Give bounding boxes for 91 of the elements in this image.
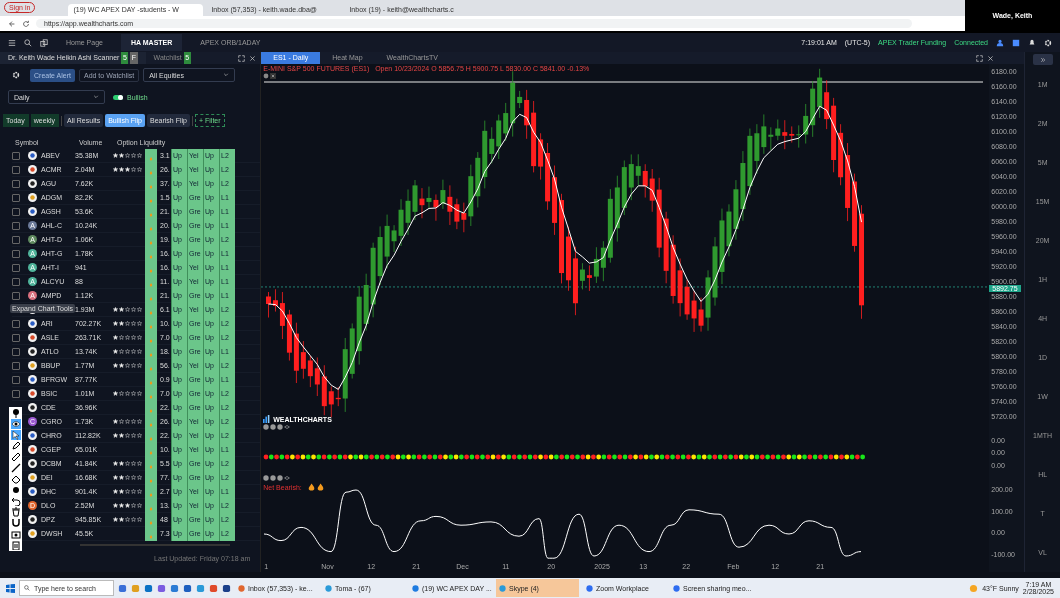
reload-icon[interactable] [22, 19, 30, 28]
eye-icon[interactable] [10, 419, 21, 429]
menu-icon[interactable] [8, 38, 16, 47]
row-checkbox[interactable] [12, 319, 20, 328]
row-checkbox[interactable] [12, 235, 20, 244]
close-icon[interactable] [270, 73, 277, 79]
marker-icon [149, 337, 153, 343]
marker-icon [149, 477, 153, 483]
marker-icon [149, 211, 153, 217]
marker-icon [149, 435, 153, 441]
circle-icon[interactable] [263, 475, 270, 481]
circle-icon[interactable] [270, 475, 277, 481]
marker-icon [149, 267, 153, 273]
cursor-icon[interactable] [10, 430, 21, 440]
marker-icon [149, 393, 153, 399]
magnet-icon[interactable] [10, 518, 21, 528]
pin-icon[interactable] [10, 408, 21, 418]
marker-icon [149, 505, 153, 511]
logo-icon [263, 415, 272, 423]
row-checkbox[interactable] [12, 375, 20, 384]
row-checkbox[interactable] [12, 165, 20, 174]
marker-icon [149, 449, 153, 455]
marker-icon [149, 225, 153, 231]
close-icon[interactable] [249, 54, 257, 62]
row-checkbox[interactable] [12, 193, 20, 202]
row-checkbox[interactable] [12, 277, 20, 286]
circle-icon[interactable] [263, 424, 270, 430]
bell-icon[interactable] [1028, 38, 1036, 47]
marker-icon [149, 183, 153, 189]
app-icon [673, 584, 680, 592]
marker-icon [149, 169, 153, 175]
app-icon [499, 584, 506, 592]
row-checkbox[interactable] [12, 207, 20, 216]
row-checkbox[interactable] [12, 179, 20, 188]
row-checkbox[interactable] [12, 151, 20, 160]
chevron-icon [93, 94, 99, 100]
double-chevron-icon [1039, 56, 1046, 63]
marker-icon [149, 155, 153, 161]
camera-icon[interactable] [10, 529, 21, 539]
sun-icon [969, 583, 979, 593]
close-icon[interactable] [987, 54, 995, 62]
expand-button[interactable] [1032, 54, 1053, 65]
row-checkbox[interactable] [12, 291, 20, 300]
row-checkbox[interactable] [12, 361, 20, 370]
undo-icon[interactable] [10, 496, 21, 506]
copy-icon[interactable] [40, 38, 48, 47]
marker-icon [149, 351, 153, 357]
marker-icon [149, 281, 153, 287]
marker-icon [149, 463, 153, 469]
row-checkbox[interactable] [12, 221, 20, 230]
row-checkbox[interactable] [12, 347, 20, 356]
marker-icon [149, 379, 153, 385]
search-icon[interactable] [24, 38, 32, 47]
marker-icon [149, 421, 153, 427]
marker-icon [149, 491, 153, 497]
dot-icon[interactable] [10, 485, 21, 495]
marker-icon [149, 533, 153, 539]
app-icon [412, 584, 419, 592]
circle-icon[interactable] [277, 475, 284, 481]
back-arrow-icon[interactable] [8, 19, 16, 28]
marker-icon [149, 239, 153, 245]
marker-icon [149, 407, 153, 413]
marker-icon [149, 309, 153, 315]
row-checkbox[interactable] [12, 249, 20, 258]
trash-icon[interactable] [10, 507, 21, 517]
eraser-icon[interactable] [10, 474, 21, 484]
user-icon[interactable] [996, 38, 1004, 47]
marker-icon [149, 295, 153, 301]
maximize-icon[interactable] [238, 54, 246, 62]
app-icon [325, 584, 332, 592]
marker-icon [149, 519, 153, 525]
windows-icon[interactable] [6, 583, 15, 593]
line-icon[interactable] [10, 463, 21, 473]
row-checkbox[interactable] [12, 263, 20, 272]
circle-icon[interactable] [277, 424, 284, 430]
maximize-icon[interactable] [976, 54, 984, 62]
chevron-icon [223, 72, 230, 78]
bullish-toggle[interactable] [113, 94, 123, 100]
pencil-icon[interactable] [10, 441, 21, 451]
row-checkbox[interactable] [12, 389, 20, 398]
marker-icon [149, 253, 153, 259]
save-icon[interactable] [1012, 38, 1020, 47]
circle-icon[interactable] [270, 424, 277, 430]
marker-icon [149, 197, 153, 203]
ruler-icon[interactable] [10, 452, 21, 462]
clipboard-icon[interactable] [10, 540, 21, 550]
search-icon [24, 585, 30, 591]
marker-icon [149, 365, 153, 371]
row-checkbox[interactable] [12, 333, 20, 342]
marker-icon [149, 323, 153, 329]
app-icon [586, 584, 593, 592]
